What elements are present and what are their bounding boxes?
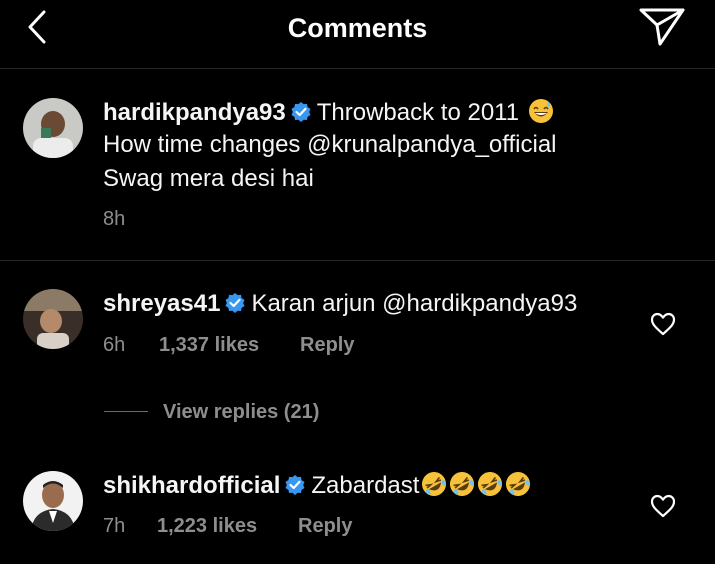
caption-divider (0, 260, 715, 261)
view-replies-label: View replies (21) (163, 401, 320, 423)
comment-1-like-button[interactable] (650, 312, 676, 336)
comment-1-timestamp: 6h (103, 334, 126, 356)
comment-1-text: Karan arjun @hardikpandya93 (251, 290, 578, 317)
page-title: Comments (287, 13, 428, 43)
rolling-on-floor-laughing-emoji (450, 472, 475, 496)
caption-text-2: How time changes (103, 131, 308, 158)
caption-line-1: hardikpandya93 Throwback to 2011 (103, 98, 554, 127)
comment-1-username[interactable]: shreyas41 (103, 290, 220, 317)
heart-outline-icon (650, 312, 676, 336)
heart-outline-icon (650, 494, 676, 518)
caption-text-1: Throwback to 2011 (316, 99, 520, 126)
avatar-shreyas41[interactable] (23, 289, 83, 349)
avatar-shikhardofficial[interactable] (23, 471, 83, 531)
comment-2-timestamp: 7h (103, 515, 126, 537)
comment-1-reply-label: Reply (300, 334, 355, 356)
comment-2-reply-button[interactable]: Reply (298, 515, 352, 538)
rolling-on-floor-laughing-emoji (478, 472, 503, 496)
paper-plane-icon (639, 8, 685, 46)
comment-2-text: Zabardast (311, 472, 420, 499)
comment-2-likes-label: 1,223 likes (157, 515, 258, 537)
header-bar: Comments (0, 0, 715, 69)
comment-2-username[interactable]: shikhardofficial (103, 472, 280, 499)
comment-2-body: shikhardofficial Zabardast (103, 471, 531, 500)
caption-mention[interactable]: @krunalpandya_official (307, 131, 556, 158)
comment-2-reply-label: Reply (298, 515, 353, 537)
verified-badge-icon (225, 293, 245, 313)
caption-username[interactable]: hardikpandya93 (103, 99, 286, 126)
comment-1-likes[interactable]: 1,337 likes (159, 334, 259, 357)
comment-1-body: shreyas41 Karan arjun @hardikpandya93 (103, 290, 577, 318)
caption-line-2: How time changes @krunalpandya_official (103, 131, 557, 159)
view-replies-button[interactable]: View replies (21) (163, 401, 319, 424)
comment-1-reply-button[interactable]: Reply (300, 334, 354, 357)
comment-2-like-button[interactable] (650, 494, 676, 518)
grinning-sweat-emoji (528, 99, 553, 123)
caption-timestamp: 8h (103, 208, 126, 230)
verified-badge-icon (291, 102, 311, 122)
comment-2-likes[interactable]: 1,223 likes (157, 515, 257, 538)
view-replies-divider (104, 411, 148, 412)
verified-badge-icon (285, 475, 305, 495)
caption-line-3: Swag mera desi hai (103, 165, 314, 192)
share-button[interactable] (638, 6, 686, 48)
rolling-on-floor-laughing-emoji (506, 472, 531, 496)
comment-1-likes-label: 1,337 likes (159, 334, 260, 356)
avatar-hardikpandya93[interactable] (23, 98, 83, 158)
rolling-on-floor-laughing-emoji (422, 472, 447, 496)
